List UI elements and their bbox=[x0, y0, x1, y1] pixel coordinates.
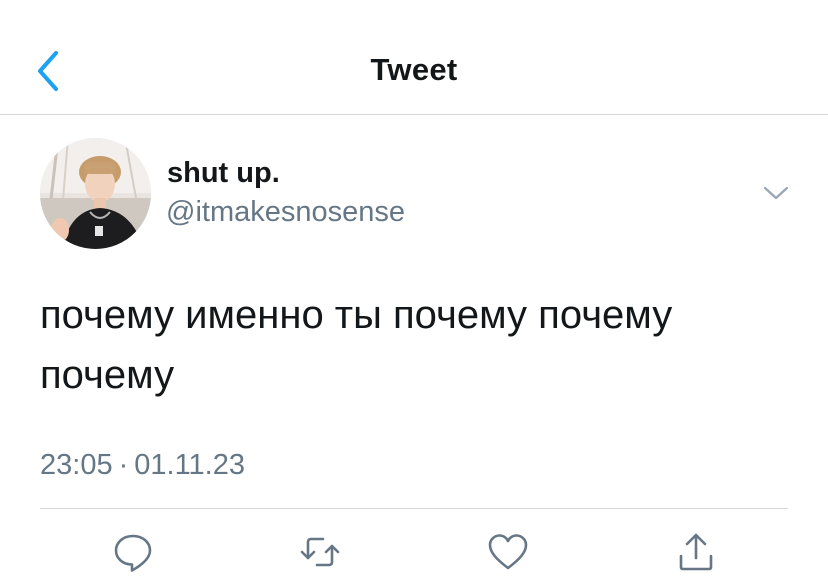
avatar[interactable] bbox=[40, 138, 151, 249]
author-display-name[interactable]: shut up. bbox=[167, 157, 280, 190]
divider bbox=[40, 508, 788, 509]
timestamp-separator: · bbox=[118, 449, 129, 481]
tweet-options-button[interactable] bbox=[758, 180, 794, 206]
tweet-date: 01.11.23 bbox=[134, 449, 245, 481]
share-button[interactable] bbox=[674, 530, 718, 574]
tweet-timestamp: 23:05 · 01.11.23 bbox=[40, 449, 245, 482]
reply-icon bbox=[114, 534, 152, 572]
author-handle[interactable]: @itmakesnosense bbox=[166, 196, 405, 229]
profile-photo bbox=[40, 138, 151, 249]
share-icon bbox=[679, 533, 713, 571]
retweet-icon bbox=[300, 537, 340, 567]
chevron-down-icon bbox=[763, 186, 789, 200]
page-title: Tweet bbox=[370, 52, 458, 87]
tweet-text: почему именно ты почему почему почему bbox=[40, 293, 673, 397]
like-button[interactable] bbox=[486, 530, 530, 574]
navigation-header: Tweet bbox=[0, 0, 828, 115]
heart-icon bbox=[488, 534, 528, 570]
retweet-button[interactable] bbox=[298, 530, 342, 574]
reply-button[interactable] bbox=[111, 530, 155, 574]
tweet-time: 23:05 bbox=[40, 449, 113, 481]
